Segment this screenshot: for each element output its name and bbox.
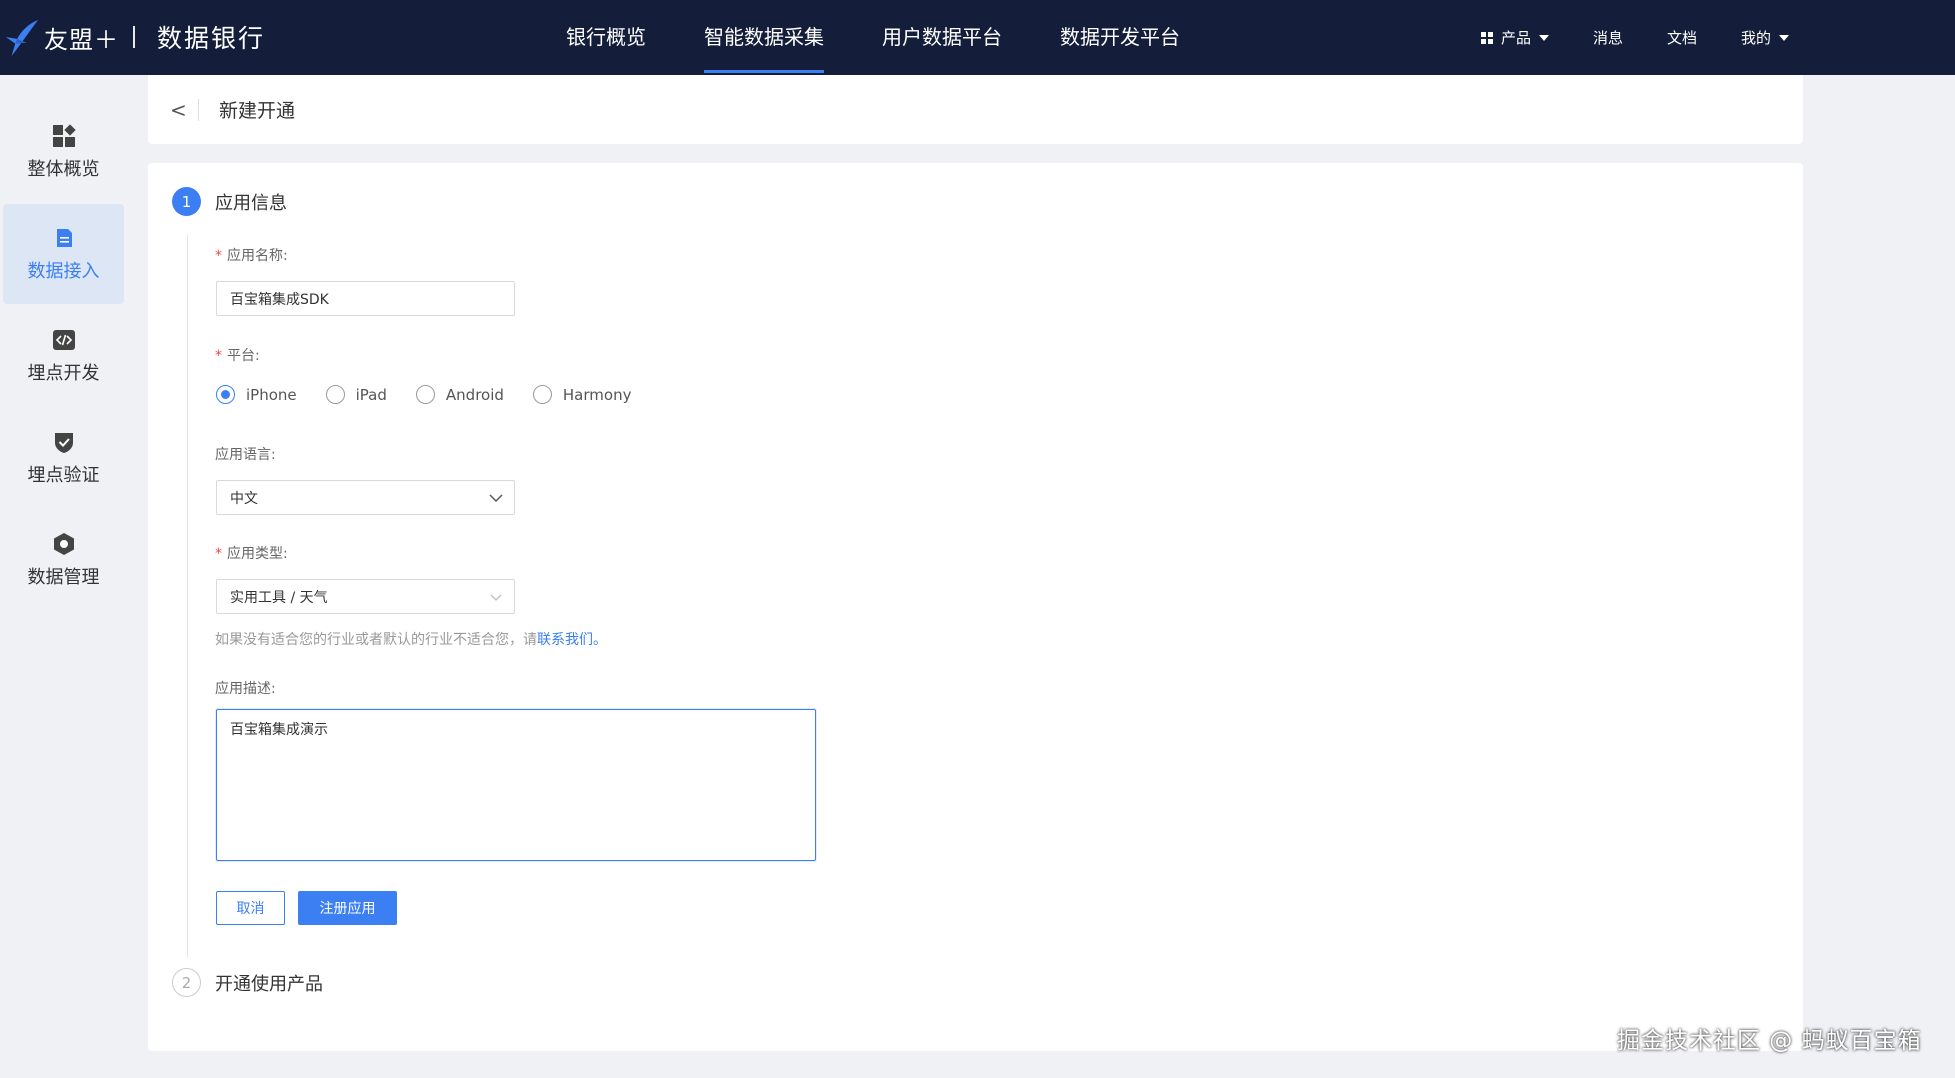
document-icon <box>56 229 72 247</box>
step-number: 1 <box>172 187 201 216</box>
watermark: 掘金技术社区 @ 蚂蚁百宝箱 <box>1617 1028 1922 1054</box>
page-title: 新建开通 <box>219 100 296 122</box>
radio-circle <box>325 385 345 404</box>
app-type-label: * 应用类型: <box>215 546 288 562</box>
radio-circle <box>415 385 435 404</box>
sidebar-item-label: 数据接入 <box>27 261 100 282</box>
app-type-cascader[interactable]: 实用工具 / 天气 <box>216 579 515 614</box>
chevron-down-icon <box>490 594 502 601</box>
docs-link[interactable]: 文档 <box>1667 27 1697 48</box>
caret-down-icon <box>1538 34 1549 41</box>
mine-label: 我的 <box>1740 29 1771 47</box>
code-icon <box>52 330 75 350</box>
radio-android[interactable]: Android <box>415 385 504 404</box>
nav-smart-data-collection[interactable]: 智能数据采集 <box>704 0 824 75</box>
shield-check-icon <box>54 433 73 453</box>
nav-bank-overview[interactable]: 银行概览 <box>566 0 646 75</box>
product-name: 数据银行 <box>157 24 266 53</box>
logo[interactable]: 友盟＋ 数据银行 <box>2 17 265 57</box>
sidebar-item-label: 整体概览 <box>27 159 100 180</box>
nav-user-data-platform[interactable]: 用户数据平台 <box>882 0 1002 75</box>
language-select[interactable]: 中文 <box>216 480 515 515</box>
chevron-down-icon <box>489 494 503 503</box>
messages-link[interactable]: 消息 <box>1593 27 1623 48</box>
language-value: 中文 <box>230 490 258 507</box>
sidebar: 整体概览 数据接入 埋点开发 埋点验证 数据管理 <box>0 75 124 1078</box>
products-label: 产品 <box>1500 29 1531 47</box>
description-textarea[interactable]: 百宝箱集成演示 <box>216 709 816 861</box>
sidebar-item-label: 埋点验证 <box>27 465 100 486</box>
grid-icon <box>1480 31 1493 44</box>
required-mark: * <box>215 248 222 264</box>
radio-circle <box>216 385 235 404</box>
sidebar-item-data-manage[interactable]: 数据管理 <box>3 510 124 610</box>
brand-name: 友盟＋ <box>44 25 119 54</box>
step-label: 开通使用产品 <box>215 973 323 995</box>
radio-iphone[interactable]: iPhone <box>216 385 297 404</box>
hexagon-icon <box>53 533 74 555</box>
caret-down-icon <box>1779 34 1789 41</box>
app-type-value: 实用工具 / 天气 <box>230 589 328 606</box>
radio-circle <box>532 385 552 404</box>
sidebar-item-overview[interactable]: 整体概览 <box>3 102 124 202</box>
sidebar-item-tracking-verify[interactable]: 埋点验证 <box>3 408 124 508</box>
cancel-button[interactable]: 取消 <box>216 891 285 925</box>
mine-menu[interactable]: 我的 <box>1741 27 1789 48</box>
products-menu[interactable]: 产品 <box>1480 27 1549 48</box>
swallow-logo-icon <box>5 19 39 56</box>
required-mark: * <box>215 348 222 364</box>
back-button[interactable]: < <box>170 98 198 122</box>
step-number: 2 <box>172 968 201 997</box>
sidebar-item-tracking-dev[interactable]: 埋点开发 <box>3 306 124 406</box>
register-app-button[interactable]: 注册应用 <box>298 891 397 925</box>
step-enable-products: 2 开通使用产品 <box>172 968 323 997</box>
top-navbar: 友盟＋ 数据银行 银行概览 智能数据采集 用户数据平台 数据开发平台 产品 消息… <box>0 0 1955 75</box>
platform-label: * 平台: <box>215 348 260 364</box>
main-nav: 银行概览 智能数据采集 用户数据平台 数据开发平台 <box>566 0 1238 75</box>
required-mark: * <box>215 546 222 562</box>
app-name-label: * 应用名称: <box>215 248 288 264</box>
user-menu: 产品 消息 文档 我的 <box>1480 0 1789 75</box>
radio-ipad[interactable]: iPad <box>325 385 387 404</box>
step-app-info: 1 应用信息 <box>172 187 287 216</box>
brand-divider <box>133 26 135 48</box>
form-card: 1 应用信息 * 应用名称: 百宝箱集成SDK * 平台: iPhone iPad … <box>148 163 1803 1051</box>
nav-data-dev-platform[interactable]: 数据开发平台 <box>1060 0 1180 75</box>
description-label: 应用描述: <box>215 681 276 697</box>
platform-radio-group: iPhone iPad Android Harmony <box>216 385 660 404</box>
language-label: 应用语言: <box>215 447 276 463</box>
contact-us-link[interactable]: 联系我们。 <box>537 632 607 648</box>
header-divider <box>198 98 199 121</box>
step-label: 应用信息 <box>215 192 287 214</box>
sidebar-item-label: 埋点开发 <box>27 363 100 384</box>
industry-hint: 如果没有适合您的行业或者默认的行业不适合您，请联系我们。 <box>215 632 607 648</box>
sidebar-item-label: 数据管理 <box>27 567 100 588</box>
step-connector <box>187 234 188 958</box>
page-header: < 新建开通 <box>148 75 1803 144</box>
dashboard-icon <box>52 124 76 147</box>
app-name-input[interactable]: 百宝箱集成SDK <box>216 281 515 316</box>
sidebar-item-data-access[interactable]: 数据接入 <box>3 204 124 304</box>
radio-harmony[interactable]: Harmony <box>532 385 631 404</box>
